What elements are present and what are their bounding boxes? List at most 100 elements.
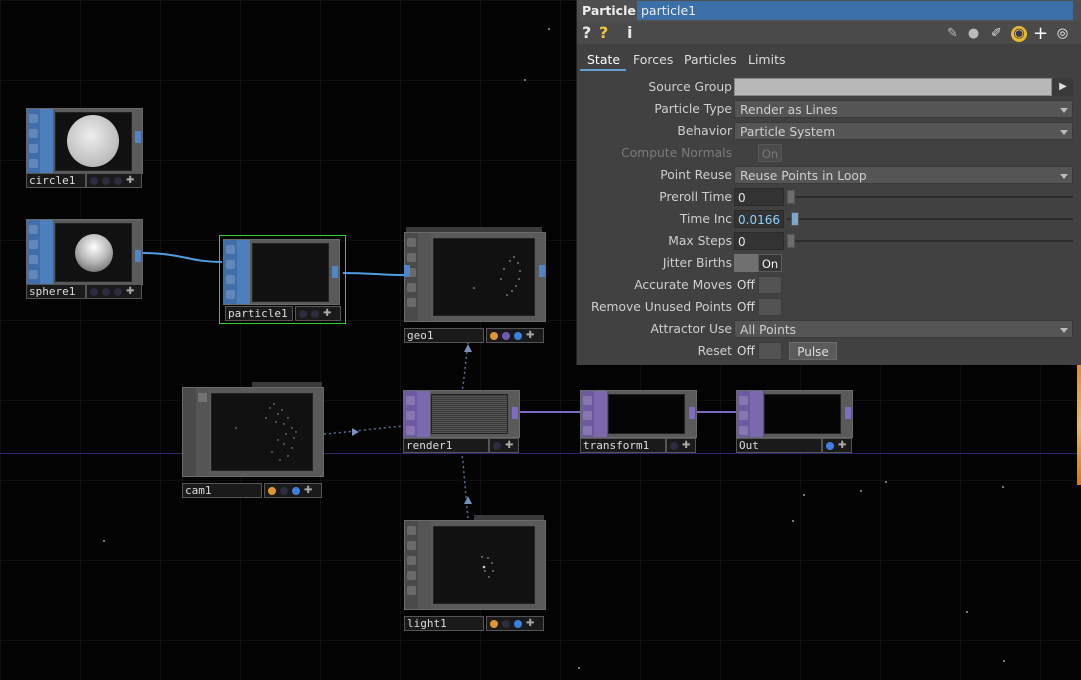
node-flags[interactable]: ✚ xyxy=(295,306,341,321)
background-speck xyxy=(803,494,805,496)
param-label: Point Reuse xyxy=(660,168,732,182)
output-connector[interactable] xyxy=(845,407,851,419)
node-label[interactable]: circle1 xyxy=(26,173,86,188)
arrow-light xyxy=(464,496,472,504)
node-label[interactable]: transform1 xyxy=(580,438,666,453)
input-connector[interactable] xyxy=(404,265,410,277)
panel-toolbar: ? ? i ✎ ● ✐ ◉ + ◎ xyxy=(577,22,1081,44)
tab-limits[interactable]: Limits xyxy=(748,52,786,67)
remove-unused-toggle[interactable] xyxy=(758,298,782,316)
reset-toggle[interactable] xyxy=(758,342,782,360)
max-steps-field[interactable]: 0 xyxy=(734,232,784,250)
node-tab xyxy=(404,391,417,437)
source-group-field[interactable] xyxy=(734,78,1052,96)
node-label[interactable]: Out xyxy=(736,438,822,453)
tab-particles[interactable]: Particles xyxy=(684,52,737,67)
particle-preview xyxy=(473,256,521,296)
attractor-use-menu[interactable]: All Points xyxy=(734,320,1073,338)
node-flags[interactable]: ✚ xyxy=(86,173,142,188)
slider-knob[interactable] xyxy=(787,234,795,248)
output-connector[interactable] xyxy=(135,131,141,143)
play-arrow-icon[interactable]: ▶ xyxy=(1053,78,1073,96)
node-flags[interactable]: ✚ xyxy=(486,328,544,343)
background-speck xyxy=(524,79,526,81)
output-connector[interactable] xyxy=(689,407,695,419)
param-label: Particle Type xyxy=(654,102,732,116)
preroll-time-field[interactable]: 0 xyxy=(734,188,784,206)
clipboard-icon[interactable]: ✐ xyxy=(989,26,1004,41)
jitter-births-toggle-left[interactable] xyxy=(734,254,758,272)
param-behavior: Behavior Particle System xyxy=(577,120,1081,142)
time-inc-slider[interactable] xyxy=(787,218,1073,220)
node-tab xyxy=(27,220,40,284)
tab-state[interactable]: State xyxy=(587,52,620,67)
python-icon[interactable]: ◉ xyxy=(1011,26,1027,42)
node-flags[interactable]: ✚ xyxy=(489,438,519,453)
param-label: Accurate Moves xyxy=(634,278,732,292)
arrow-geo xyxy=(464,344,472,352)
time-inc-field[interactable]: 0.0166 xyxy=(734,210,784,228)
python-help-icon[interactable]: ? xyxy=(599,25,608,41)
tab-forces[interactable]: Forces xyxy=(633,52,673,67)
plus-icon[interactable]: + xyxy=(1033,25,1048,43)
operator-name-field[interactable]: particle1 xyxy=(637,1,1073,20)
particle-type-menu[interactable]: Render as Lines xyxy=(734,100,1073,118)
dropdown-arrow-icon xyxy=(1060,130,1068,135)
dropdown-arrow-icon xyxy=(1060,328,1068,333)
param-time-inc: Time Inc 0.0166 xyxy=(577,208,1081,230)
background-speck xyxy=(792,520,794,522)
param-max-steps: Max Steps 0 xyxy=(577,230,1081,252)
preroll-time-slider[interactable] xyxy=(787,196,1073,198)
node-tab xyxy=(737,391,750,437)
node-label[interactable]: render1 xyxy=(403,438,489,453)
info-icon[interactable]: i xyxy=(627,25,632,41)
help-icon[interactable]: ? xyxy=(582,25,591,41)
node-label[interactable]: particle1 xyxy=(225,306,293,321)
node-flags[interactable]: ✚ xyxy=(666,438,696,453)
param-attractor-use: Attractor Use All Points xyxy=(577,318,1081,340)
param-label: Reset xyxy=(697,344,732,358)
output-connector[interactable] xyxy=(512,407,518,419)
node-tab-2 xyxy=(418,233,431,321)
wire-particle-geo xyxy=(342,272,405,276)
output-connector[interactable] xyxy=(539,265,545,277)
compute-normals-toggle[interactable]: On xyxy=(758,144,782,162)
node-flags[interactable]: ✚ xyxy=(822,438,852,453)
param-point-reuse: Point Reuse Reuse Points in Loop xyxy=(577,164,1081,186)
background-speck xyxy=(103,540,105,542)
behavior-menu[interactable]: Particle System xyxy=(734,122,1073,140)
target-icon[interactable]: ◎ xyxy=(1055,26,1070,41)
param-label: Compute Normals xyxy=(621,146,732,160)
param-label: Behavior xyxy=(677,124,732,138)
pencil-icon[interactable]: ✎ xyxy=(945,26,960,41)
slider-knob[interactable] xyxy=(787,190,795,204)
node-viewer xyxy=(764,394,841,434)
parameter-panel[interactable]: Particle particle1 ? ? i ✎ ● ✐ ◉ + ◎ Sta… xyxy=(576,0,1081,365)
background-speck xyxy=(1003,660,1005,662)
node-viewer xyxy=(433,526,535,604)
node-flags[interactable]: ✚ xyxy=(86,284,142,299)
node-tab-2 xyxy=(40,220,53,284)
node-label[interactable]: sphere1 xyxy=(26,284,86,299)
pulse-button[interactable]: Pulse xyxy=(789,342,837,360)
accurate-moves-toggle[interactable] xyxy=(758,276,782,294)
toggle-state: Off xyxy=(737,278,755,292)
output-connector[interactable] xyxy=(332,266,338,278)
node-label[interactable]: light1 xyxy=(404,616,484,631)
max-steps-slider[interactable] xyxy=(787,240,1073,242)
slider-knob[interactable] xyxy=(791,212,799,226)
param-remove-unused-points: Remove Unused Points Off xyxy=(577,296,1081,318)
node-flags[interactable]: ✚ xyxy=(486,616,544,631)
node-viewer xyxy=(211,393,313,471)
node-label[interactable]: cam1 xyxy=(182,483,262,498)
jitter-births-toggle[interactable]: On xyxy=(758,254,782,272)
node-flags[interactable]: ✚ xyxy=(264,483,322,498)
node-viewer xyxy=(252,243,329,302)
node-tab xyxy=(183,388,196,476)
comment-icon[interactable]: ● xyxy=(966,26,981,41)
arrow-cam xyxy=(352,428,359,436)
node-tab xyxy=(405,233,418,321)
point-reuse-menu[interactable]: Reuse Points in Loop xyxy=(734,166,1073,184)
node-label[interactable]: geo1 xyxy=(404,328,484,343)
output-connector[interactable] xyxy=(135,250,141,262)
